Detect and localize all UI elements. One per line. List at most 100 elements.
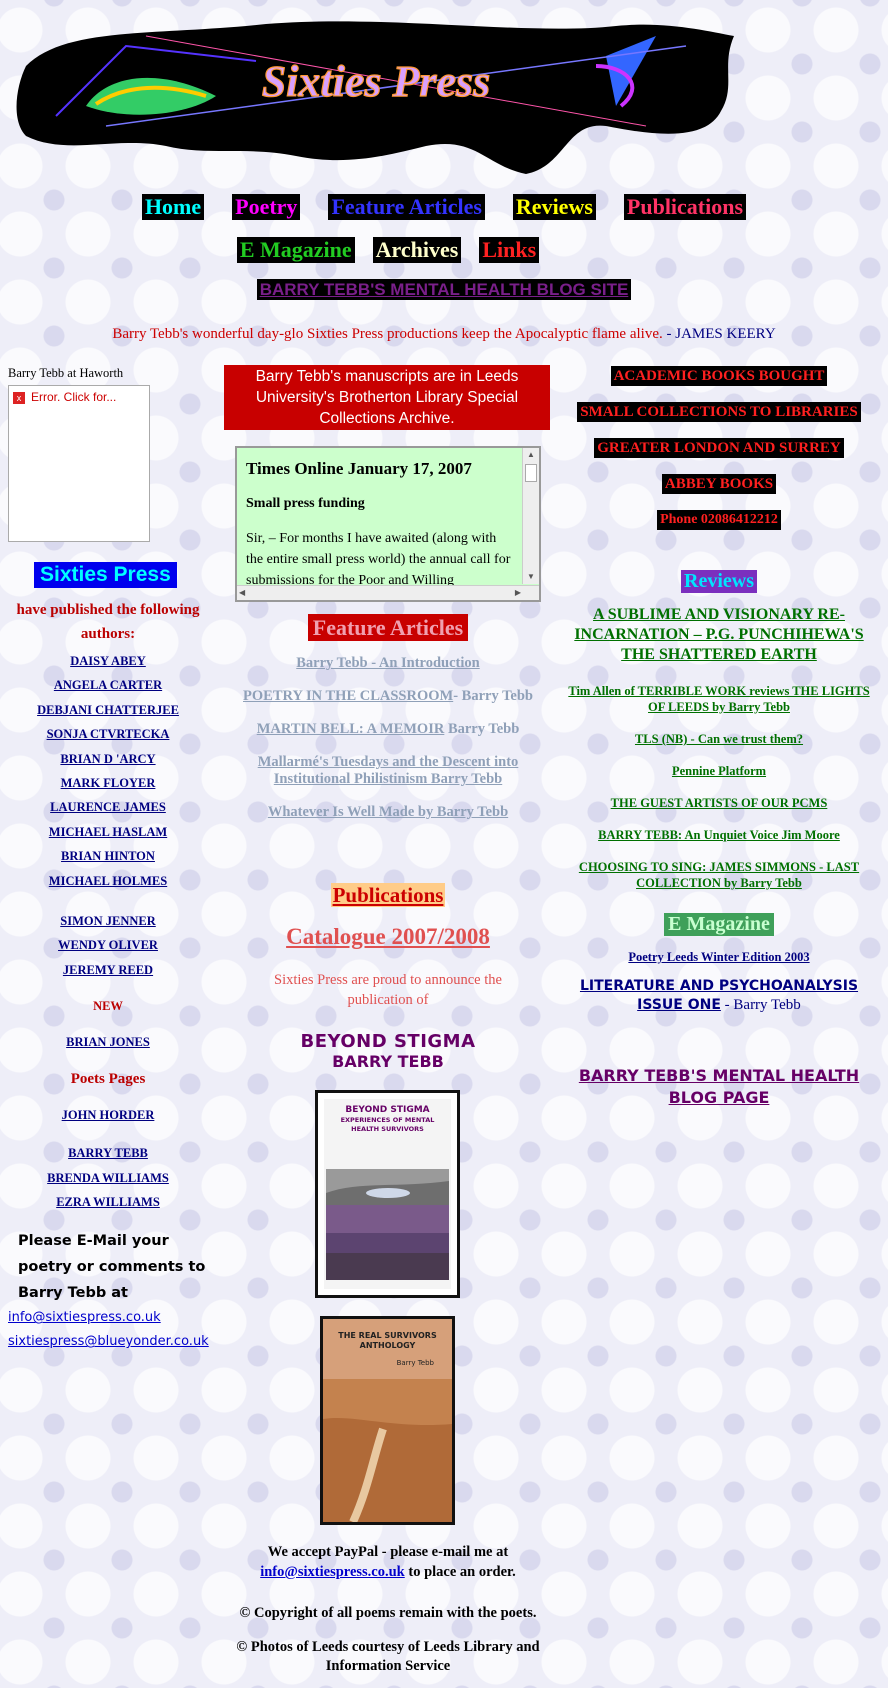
feature-article-link[interactable]: MARTIN BELL: A MEMOIR <box>257 721 445 737</box>
review-main-link[interactable]: A SUBLIME AND VISIONARY RE-INCARNATION –… <box>560 605 878 665</box>
literature-link[interactable]: LITERATURE AND PSYCHOANALYSIS ISSUE ONE <box>580 978 858 1013</box>
video-error-text: Error. Click for... <box>31 390 117 404</box>
poet-link-john-horder[interactable]: JOHN HORDER <box>8 1103 208 1127</box>
feature-article-link[interactable]: Mallarmé's Tuesdays and the Descent into… <box>258 754 519 787</box>
paypal-text: We accept PayPal - please e-mail me at <box>267 1544 509 1560</box>
times-heading: Times Online January 17, 2007 <box>246 459 472 478</box>
quote: Barry Tebb's wonderful day-glo Sixties P… <box>0 326 888 343</box>
review-link-barry-tebb-an-unquiet-voice-jim-moore[interactable]: BARRY TEBB: An Unquiet Voice Jim Moore <box>560 827 878 843</box>
ads-list: ACADEMIC BOOKS BOUGHT SMALL COLLECTIONS T… <box>560 366 878 546</box>
author-link-laurence-james[interactable]: LAURENCE JAMES <box>8 795 208 819</box>
literature-author: - Barry Tebb <box>720 997 801 1013</box>
poet-link-ezra-williams[interactable]: EZRA WILLIAMS <box>8 1190 208 1214</box>
feature-article-author: Barry Tebb <box>444 721 520 737</box>
publications-title[interactable]: Publications <box>330 883 446 907</box>
poet-link-brenda-williams[interactable]: BRENDA WILLIAMS <box>8 1166 208 1190</box>
review-link-tls-nb-can-we-trust-them[interactable]: TLS (NB) - Can we trust them? <box>560 731 878 747</box>
reviews-title: Reviews <box>681 570 757 593</box>
site-logo: Sixties Press <box>6 6 736 176</box>
book1-title: BEYOND STIGMA <box>345 1105 430 1115</box>
scroll-down-icon[interactable]: ▼ <box>523 570 539 584</box>
nav-link-home[interactable]: Home <box>141 194 205 220</box>
nav-link-publications[interactable]: Publications <box>623 194 747 220</box>
author-link-brian-d-arcy[interactable]: BRIAN D 'ARCY <box>8 747 208 771</box>
times-subheading: Small press funding <box>246 496 365 511</box>
e-magazine-title: E Magazine <box>664 913 774 936</box>
email-link-blueyonder[interactable]: sixtiespress@blueyonder.co.uk <box>8 1330 209 1354</box>
mental-health-blog-link[interactable]: BARRY TEBB'S MENTAL HEALTH BLOG PAGE <box>560 1065 878 1109</box>
ad-line-wrap: ACADEMIC BOOKS BOUGHT <box>560 366 878 402</box>
blog-site-link[interactable]: BARRY TEBB'S MENTAL HEALTH BLOG SITE <box>256 279 632 300</box>
horizontal-scrollbar[interactable]: ◀ ▶ <box>237 585 539 600</box>
ad-line-wrap: ABBEY BOOKS <box>560 474 878 510</box>
ad-line-wrap: GREATER LONDON AND SURREY <box>560 438 878 474</box>
author-link-debjani-chatterjee[interactable]: DEBJANI CHATTERJEE <box>8 698 208 722</box>
feature-article-link[interactable]: Whatever Is Well Made by Barry Tebb <box>268 804 508 820</box>
video-player[interactable]: x Error. Click for... <box>8 385 150 542</box>
quote-author: JAMES KEERY <box>675 326 776 342</box>
announcement-text: Sixties Press are proud to announce the … <box>274 972 502 1008</box>
times-body: Sir, – For months I have awaited (along … <box>246 531 511 588</box>
email-text: Please E-Mail your poetry or comments to… <box>18 1233 206 1302</box>
author-link-michael-haslam[interactable]: MICHAEL HASLAM <box>8 820 208 844</box>
nav-link-archives[interactable]: Archives <box>372 237 462 263</box>
email-link-info[interactable]: info@sixtiespress.co.uk <box>8 1306 208 1330</box>
poet-link-barry-tebb[interactable]: BARRY TEBB <box>8 1141 208 1165</box>
right-column: ACADEMIC BOOKS BOUGHT SMALL COLLECTIONS T… <box>560 366 878 1109</box>
copyright-photos: © Photos of Leeds courtesy of Leeds Libr… <box>236 1639 540 1674</box>
feature-article-item: Whatever Is Well Made by Barry Tebb <box>230 804 546 821</box>
logo-text: Sixties Press <box>262 57 491 106</box>
ad-line-wrap: Phone 02086412212 <box>560 510 878 546</box>
error-icon: x <box>13 391 25 404</box>
review-last-rest: by Barry Tebb <box>720 876 802 890</box>
review-last-link[interactable]: CHOOSING TO SING: JAMES SIMMONS - LAST C… <box>579 860 859 890</box>
review-link-tim-allen-of-terrible-work-reviews-the-l[interactable]: Tim Allen of TERRIBLE WORK reviews THE L… <box>560 683 878 715</box>
times-online-box[interactable]: Times Online January 17, 2007 Small pres… <box>235 446 541 602</box>
scroll-thumb[interactable] <box>525 464 537 482</box>
review-link-the-guest-artists-of-our-pcms[interactable]: THE GUEST ARTISTS OF OUR PCMS <box>560 795 878 811</box>
video-caption: Barry Tebb at Haworth <box>8 366 124 380</box>
nav-link-e-magazine[interactable]: E Magazine <box>236 237 355 263</box>
video-error[interactable]: x Error. Click for... <box>9 386 149 408</box>
scroll-right-icon[interactable]: ▶ <box>515 586 521 600</box>
ad-line-greater-london-and-surrey: GREATER LONDON AND SURREY <box>594 438 844 458</box>
poets-group-b: BARRY TEBB BRENDA WILLIAMS EZRA WILLIAMS <box>8 1141 208 1214</box>
feature-article-link[interactable]: POETRY IN THE CLASSROOM <box>243 688 453 704</box>
ad-line-academic-books-bought: ACADEMIC BOOKS BOUGHT <box>610 366 828 386</box>
ad-line-abbey-books: ABBEY BOOKS <box>661 474 777 494</box>
literature-psychoanalysis: LITERATURE AND PSYCHOANALYSIS ISSUE ONE … <box>560 977 878 1015</box>
paypal-text-end: to place an order. <box>404 1564 516 1580</box>
nav-link-feature-articles[interactable]: Feature Articles <box>328 194 485 220</box>
book-cover-real-survivors[interactable]: THE REAL SURVIVORS ANTHOLOGY Barry Tebb <box>320 1316 455 1525</box>
feature-article-link[interactable]: Barry Tebb - An Introduction <box>296 655 479 671</box>
sixties-press-title: Sixties Press <box>34 562 177 588</box>
feature-articles-title: Feature Articles <box>307 614 469 641</box>
scroll-up-icon[interactable]: ▲ <box>523 448 539 462</box>
reviews-list: Tim Allen of TERRIBLE WORK reviews THE L… <box>560 683 878 843</box>
feature-article-item: Barry Tebb - An Introduction <box>230 655 546 672</box>
emag-poetry-leeds-link[interactable]: Poetry Leeds Winter Edition 2003 <box>560 950 878 965</box>
vertical-scrollbar[interactable]: ▲ ▼ <box>522 448 539 584</box>
nav-link-reviews[interactable]: Reviews <box>512 194 596 220</box>
author-link-daisy-abey[interactable]: DAISY ABEY <box>8 649 208 673</box>
review-item-last: CHOOSING TO SING: JAMES SIMMONS - LAST C… <box>560 859 878 891</box>
paypal-email-link[interactable]: info@sixtiespress.co.uk <box>260 1564 405 1580</box>
author-link-sonja-ctvrtecka[interactable]: SONJA CTVRTECKA <box>8 722 208 746</box>
review-link-pennine-platform[interactable]: Pennine Platform <box>560 763 878 779</box>
nav-link-poetry[interactable]: Poetry <box>232 194 301 220</box>
book1-subtitle: EXPERIENCES OF MENTAL HEALTH SURVIVORS <box>340 1116 435 1133</box>
author-link-mark-floyer[interactable]: MARK FLOYER <box>8 771 208 795</box>
feature-article-item: Mallarmé's Tuesdays and the Descent into… <box>230 754 546 788</box>
quote-text: Barry Tebb's wonderful day-glo Sixties P… <box>112 326 663 342</box>
feature-articles-list: Barry Tebb - An Introduction POETRY IN TH… <box>230 655 546 837</box>
nav-link-links[interactable]: Links <box>479 237 540 263</box>
scroll-left-icon[interactable]: ◀ <box>239 586 245 600</box>
book2-author: Barry Tebb <box>396 1359 434 1367</box>
nav-row2-container: E Magazine Archives Links <box>228 237 548 263</box>
ad-line-wrap: SMALL COLLECTIONS TO LIBRARIES <box>560 402 878 438</box>
author-link-brian-hinton[interactable]: BRIAN HINTON <box>8 844 208 868</box>
left-column: Barry Tebb at Haworth x Error. Click for.… <box>8 366 209 1354</box>
author-link-angela-carter[interactable]: ANGELA CARTER <box>8 673 208 697</box>
manuscripts-notice: Barry Tebb's manuscripts are in Leeds Un… <box>224 365 550 430</box>
book-cover-beyond-stigma[interactable]: BEYOND STIGMA EXPERIENCES OF MENTAL HEAL… <box>315 1090 460 1298</box>
